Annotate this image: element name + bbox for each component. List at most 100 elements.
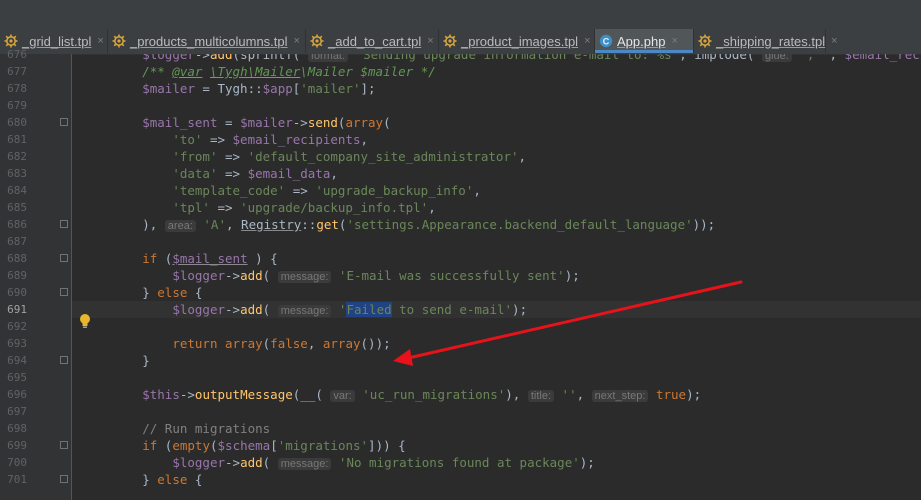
code-token: )); [692, 217, 716, 232]
tab-products-multicolumns-tpl[interactable]: _products_multicolumns.tpl × [108, 29, 306, 53]
code-line[interactable] [72, 318, 921, 335]
code-text: } else { [82, 471, 202, 488]
code-token: outputMessage [194, 387, 293, 402]
close-icon[interactable]: × [584, 35, 590, 47]
code-token: $logger [172, 455, 225, 470]
code-token: 'template_code' [172, 183, 286, 198]
code-editor[interactable]: $logger->add(sprintf( format: 'Sending u… [72, 54, 921, 500]
code-token: 'uc_run_migrations' [354, 387, 506, 402]
line-number-gutter[interactable]: 676 677 678 679 680 681 682 683 684 685 686 687 688 6… [0, 48, 72, 500]
tab-product-images-tpl[interactable]: _product_images.tpl × [439, 29, 595, 53]
code-line[interactable]: $logger->add( message: 'No migrations fo… [72, 454, 921, 471]
close-icon[interactable]: × [427, 35, 433, 47]
code-line[interactable]: $this->outputMessage(__( var: 'uc_run_mi… [72, 386, 921, 403]
code-line[interactable]: $logger->add(sprintf( format: 'Sending u… [72, 54, 921, 63]
code-line[interactable] [72, 403, 921, 420]
line-number: 690 [7, 286, 27, 299]
code-line[interactable]: } else { [72, 284, 921, 301]
code-line[interactable] [72, 369, 921, 386]
fold-marker-icon[interactable] [60, 220, 68, 228]
fold-marker-icon[interactable] [60, 288, 68, 296]
code-token: ( [209, 438, 218, 453]
code-line[interactable]: if ($mail_sent ) { [72, 250, 921, 267]
code-token: false [270, 336, 308, 351]
code-token: '' [554, 387, 577, 402]
fold-marker-icon[interactable] [60, 475, 68, 483]
code-line[interactable]: // Run migrations [72, 420, 921, 437]
line-number: 696 [7, 388, 27, 401]
code-line[interactable]: } [72, 352, 921, 369]
code-token: Failed [346, 302, 392, 317]
code-line[interactable]: 'template_code' => 'upgrade_backup_info'… [72, 182, 921, 199]
code-token: $logger [142, 54, 195, 62]
code-line[interactable]: $mail_sent = $mailer->send(array( [72, 114, 921, 131]
code-token: , [360, 132, 368, 147]
code-line[interactable]: return array(false, array()); [72, 335, 921, 352]
line-number: 676 [7, 48, 27, 61]
code-line[interactable]: if (empty($schema['migrations'])) { [72, 437, 921, 454]
code-line[interactable]: /** @var \Tygh\Mailer\Mailer $mailer */ [72, 63, 921, 80]
lightbulb-icon[interactable] [78, 313, 92, 329]
code-text: 'data' => $email_data, [82, 165, 338, 182]
code-token: array [225, 336, 263, 351]
code-line[interactable]: ), area: 'A', Registry::get('settings.Ap… [72, 216, 921, 233]
code-line[interactable]: 'tpl' => 'upgrade/backup_info.tpl', [72, 199, 921, 216]
tab-label: _grid_list.tpl [22, 33, 92, 49]
fold-marker-icon[interactable] [60, 254, 68, 262]
tab-shipping-rates-tpl[interactable]: _shipping_rates.tpl × [694, 29, 838, 53]
code-token: ); [686, 387, 702, 402]
code-token: ]; [360, 81, 376, 96]
smarty-template-icon [112, 34, 126, 48]
close-icon[interactable]: × [97, 35, 103, 47]
code-line[interactable]: $logger->add( message: 'E-mail was succe… [72, 267, 921, 284]
code-token: $mailer [360, 64, 414, 79]
code-line[interactable]: 'data' => $email_data, [72, 165, 921, 182]
code-token: ' [331, 302, 347, 317]
code-token: \Mailer [300, 64, 361, 79]
code-text: 'tpl' => 'upgrade/backup_info.tpl', [82, 199, 435, 216]
parameter-hint: var: [330, 390, 355, 402]
code-token: $email_data [247, 166, 331, 181]
parameter-hint: next_step: [591, 390, 649, 402]
code-line[interactable]: $logger->add( message: 'Failed to send e… [72, 301, 921, 318]
code-token: -> [225, 302, 241, 317]
fold-marker-icon[interactable] [60, 441, 68, 449]
code-token: , [307, 336, 323, 351]
code-token: empty [172, 438, 210, 453]
tab-label: _product_images.tpl [461, 33, 579, 49]
code-token: add [240, 455, 263, 470]
close-icon[interactable]: × [294, 35, 300, 47]
tab-app-php[interactable]: C App.php × [595, 29, 694, 53]
code-text: if (empty($schema['migrations'])) { [82, 437, 405, 454]
smarty-template-icon [443, 34, 457, 48]
code-line[interactable]: $mailer = Tygh::$app['mailer']; [72, 80, 921, 97]
line-number: 693 [7, 337, 27, 350]
code-token: // Run migrations [142, 421, 271, 436]
code-token: 'data' [172, 166, 218, 181]
code-text: 'to' => $email_recipients, [82, 131, 368, 148]
code-token: \Tygh\Mailer [209, 64, 301, 79]
code-text: if ($mail_sent ) { [82, 250, 278, 267]
code-line[interactable]: } else { [72, 471, 921, 488]
tab-add-to-cart-tpl[interactable]: _add_to_cart.tpl × [306, 29, 439, 53]
code-line[interactable] [72, 97, 921, 114]
line-number: 689 [7, 269, 27, 282]
code-token: ); [564, 268, 580, 283]
close-icon[interactable]: × [831, 35, 837, 47]
line-number: 698 [7, 422, 27, 435]
code-line[interactable]: 'from' => 'default_company_site_administ… [72, 148, 921, 165]
tab-label: _add_to_cart.tpl [328, 33, 422, 49]
fold-marker-icon[interactable] [60, 118, 68, 126]
line-number: 686 [7, 218, 27, 231]
code-line[interactable] [72, 233, 921, 250]
fold-marker-icon[interactable] [60, 356, 68, 364]
line-number: 682 [7, 150, 27, 163]
code-token: :: [301, 217, 317, 232]
close-icon[interactable]: × [671, 35, 677, 47]
code-line[interactable]: 'to' => $email_recipients, [72, 131, 921, 148]
php-class-icon: C [599, 34, 613, 48]
